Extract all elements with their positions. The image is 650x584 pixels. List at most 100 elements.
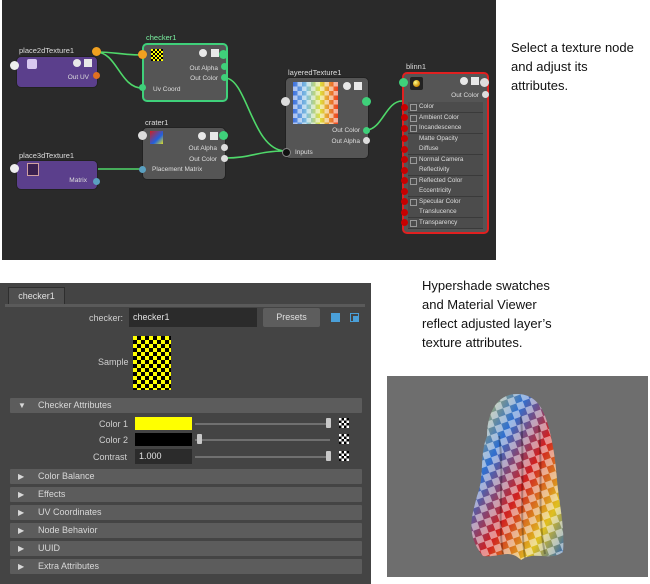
eye-icon[interactable] xyxy=(199,49,207,57)
eye-icon[interactable] xyxy=(198,132,206,140)
crater-in-port[interactable] xyxy=(138,131,147,140)
wire-layered-to-blinn xyxy=(365,100,403,131)
crater-alpha-port[interactable] xyxy=(221,144,228,151)
attr-row[interactable]: Matte Opacity xyxy=(401,133,483,145)
blinn-out-port[interactable] xyxy=(480,78,489,87)
crater-out-port[interactable] xyxy=(219,131,228,140)
checker-texture-node[interactable]: checker1 Out Alpha Out Color Uv Coord xyxy=(142,33,228,102)
expand-box-icon[interactable] xyxy=(410,156,417,164)
layered-texture-node[interactable]: layeredTexture1 Out Color Out Alpha Inpu… xyxy=(285,68,369,159)
out-uv-port[interactable] xyxy=(93,72,100,79)
tab-checker1[interactable]: checker1 xyxy=(8,287,65,305)
attr-port[interactable] xyxy=(401,219,408,226)
attr-port[interactable] xyxy=(401,198,408,205)
layered-in-port[interactable] xyxy=(281,97,290,106)
node-behavior-section[interactable]: ▶ Node Behavior xyxy=(10,523,362,538)
node-name-field[interactable]: checker1 xyxy=(129,308,257,327)
checker-color-port[interactable] xyxy=(221,74,228,81)
node-editor-graph[interactable]: place2dTexture1 Out UV checker1 Out Alph… xyxy=(2,0,496,260)
contrast-slider-track[interactable] xyxy=(195,456,330,458)
place3d-in-port[interactable] xyxy=(10,164,19,173)
blinn-material-node[interactable]: blinn1 Out Color Color Ambient Color Inc… xyxy=(401,62,489,234)
color2-swatch[interactable] xyxy=(135,433,192,446)
layered-out-port[interactable] xyxy=(362,97,371,106)
extra-attributes-section[interactable]: ▶ Extra Attributes xyxy=(10,559,362,574)
color1-swatch[interactable] xyxy=(135,417,192,430)
color2-slider-track[interactable] xyxy=(195,439,330,441)
expand-box-icon[interactable] xyxy=(410,198,417,206)
layered-color-port[interactable] xyxy=(363,127,370,134)
attr-port[interactable] xyxy=(401,124,408,132)
checker-alpha-port[interactable] xyxy=(221,63,228,70)
placement-matrix-port[interactable] xyxy=(139,166,146,173)
list-icon[interactable] xyxy=(211,49,219,57)
eye-icon[interactable] xyxy=(73,59,81,67)
color1-slider-track[interactable] xyxy=(195,423,330,425)
expand-box-icon[interactable] xyxy=(410,114,417,122)
inputs-port[interactable] xyxy=(282,148,291,157)
attr-port[interactable] xyxy=(401,166,408,174)
checker-in-port[interactable] xyxy=(138,50,147,59)
eye-icon[interactable] xyxy=(460,77,468,85)
attr-port[interactable] xyxy=(401,114,408,121)
attr-row[interactable]: Diffuse xyxy=(401,144,483,155)
attr-row[interactable]: Reflectivity xyxy=(401,165,483,176)
contrast-field[interactable]: 1.000 xyxy=(135,449,192,464)
map-button-icon[interactable] xyxy=(339,451,349,461)
checker-out-port[interactable] xyxy=(219,50,228,59)
crater-texture-node[interactable]: crater1 Out Alpha Out Color Placement Ma… xyxy=(142,118,226,180)
expand-box-icon[interactable] xyxy=(410,125,417,132)
blinn-out-color-port[interactable] xyxy=(482,91,489,98)
attr-port[interactable] xyxy=(401,145,408,153)
row-label: Out Color xyxy=(190,75,218,82)
attr-row[interactable]: Transparency xyxy=(401,217,483,229)
layered-alpha-port[interactable] xyxy=(363,137,370,144)
effects-section[interactable]: ▶ Effects xyxy=(10,487,362,502)
place2d-out-port[interactable] xyxy=(92,47,101,56)
attr-row[interactable]: Normal Camera xyxy=(401,154,483,166)
checker-attributes-section[interactable]: ▼ Checker Attributes xyxy=(10,398,362,413)
uuid-section[interactable]: ▶ UUID xyxy=(10,541,362,556)
attr-row[interactable]: Eccentricity xyxy=(401,186,483,197)
attr-port[interactable] xyxy=(401,156,408,163)
attr-row[interactable]: Reflected Color xyxy=(401,175,483,187)
attr-row[interactable]: Color xyxy=(401,102,483,113)
crater-color-port[interactable] xyxy=(221,155,228,162)
attr-port[interactable] xyxy=(401,135,408,142)
expand-box-icon[interactable] xyxy=(410,177,417,185)
material-viewer[interactable] xyxy=(387,376,648,577)
focus-icon[interactable] xyxy=(331,313,340,322)
place2d-in-port[interactable] xyxy=(10,61,19,70)
matrix-port[interactable] xyxy=(93,178,100,185)
section-title: Color Balance xyxy=(38,471,95,481)
attr-port[interactable] xyxy=(401,187,408,195)
eye-icon[interactable] xyxy=(343,82,351,90)
copy-tab-icon[interactable] xyxy=(350,313,359,322)
place2d-texture-node[interactable]: place2dTexture1 Out UV xyxy=(16,46,98,88)
color-balance-section[interactable]: ▶ Color Balance xyxy=(10,469,362,484)
blinn-in-port[interactable] xyxy=(399,78,408,87)
place3d-texture-node[interactable]: place3dTexture1 Matrix xyxy=(16,151,98,190)
map-button-icon[interactable] xyxy=(339,434,349,444)
map-button-icon[interactable] xyxy=(339,418,349,428)
attr-row[interactable]: Specular Color xyxy=(401,196,483,208)
expand-box-icon[interactable] xyxy=(410,219,417,227)
list-icon[interactable] xyxy=(354,82,362,90)
presets-button[interactable]: Presets xyxy=(263,308,320,327)
attr-row[interactable]: Ambient Color xyxy=(401,112,483,124)
attr-row[interactable]: Incandescence xyxy=(401,123,483,134)
attr-port[interactable] xyxy=(401,103,408,111)
list-icon[interactable] xyxy=(471,77,479,85)
color1-slider-handle[interactable] xyxy=(326,418,331,428)
uv-coord-port[interactable] xyxy=(139,84,146,91)
caption-line: Select a texture node xyxy=(511,40,634,55)
expand-box-icon[interactable] xyxy=(410,104,417,111)
list-icon[interactable] xyxy=(84,59,92,67)
contrast-slider-handle[interactable] xyxy=(326,451,331,461)
list-icon[interactable] xyxy=(210,132,218,140)
attr-port[interactable] xyxy=(401,177,408,184)
attr-port[interactable] xyxy=(401,208,408,216)
attr-row[interactable]: Translucence xyxy=(401,207,483,218)
uv-coordinates-section[interactable]: ▶ UV Coordinates xyxy=(10,505,362,520)
color2-slider-handle[interactable] xyxy=(197,434,202,444)
